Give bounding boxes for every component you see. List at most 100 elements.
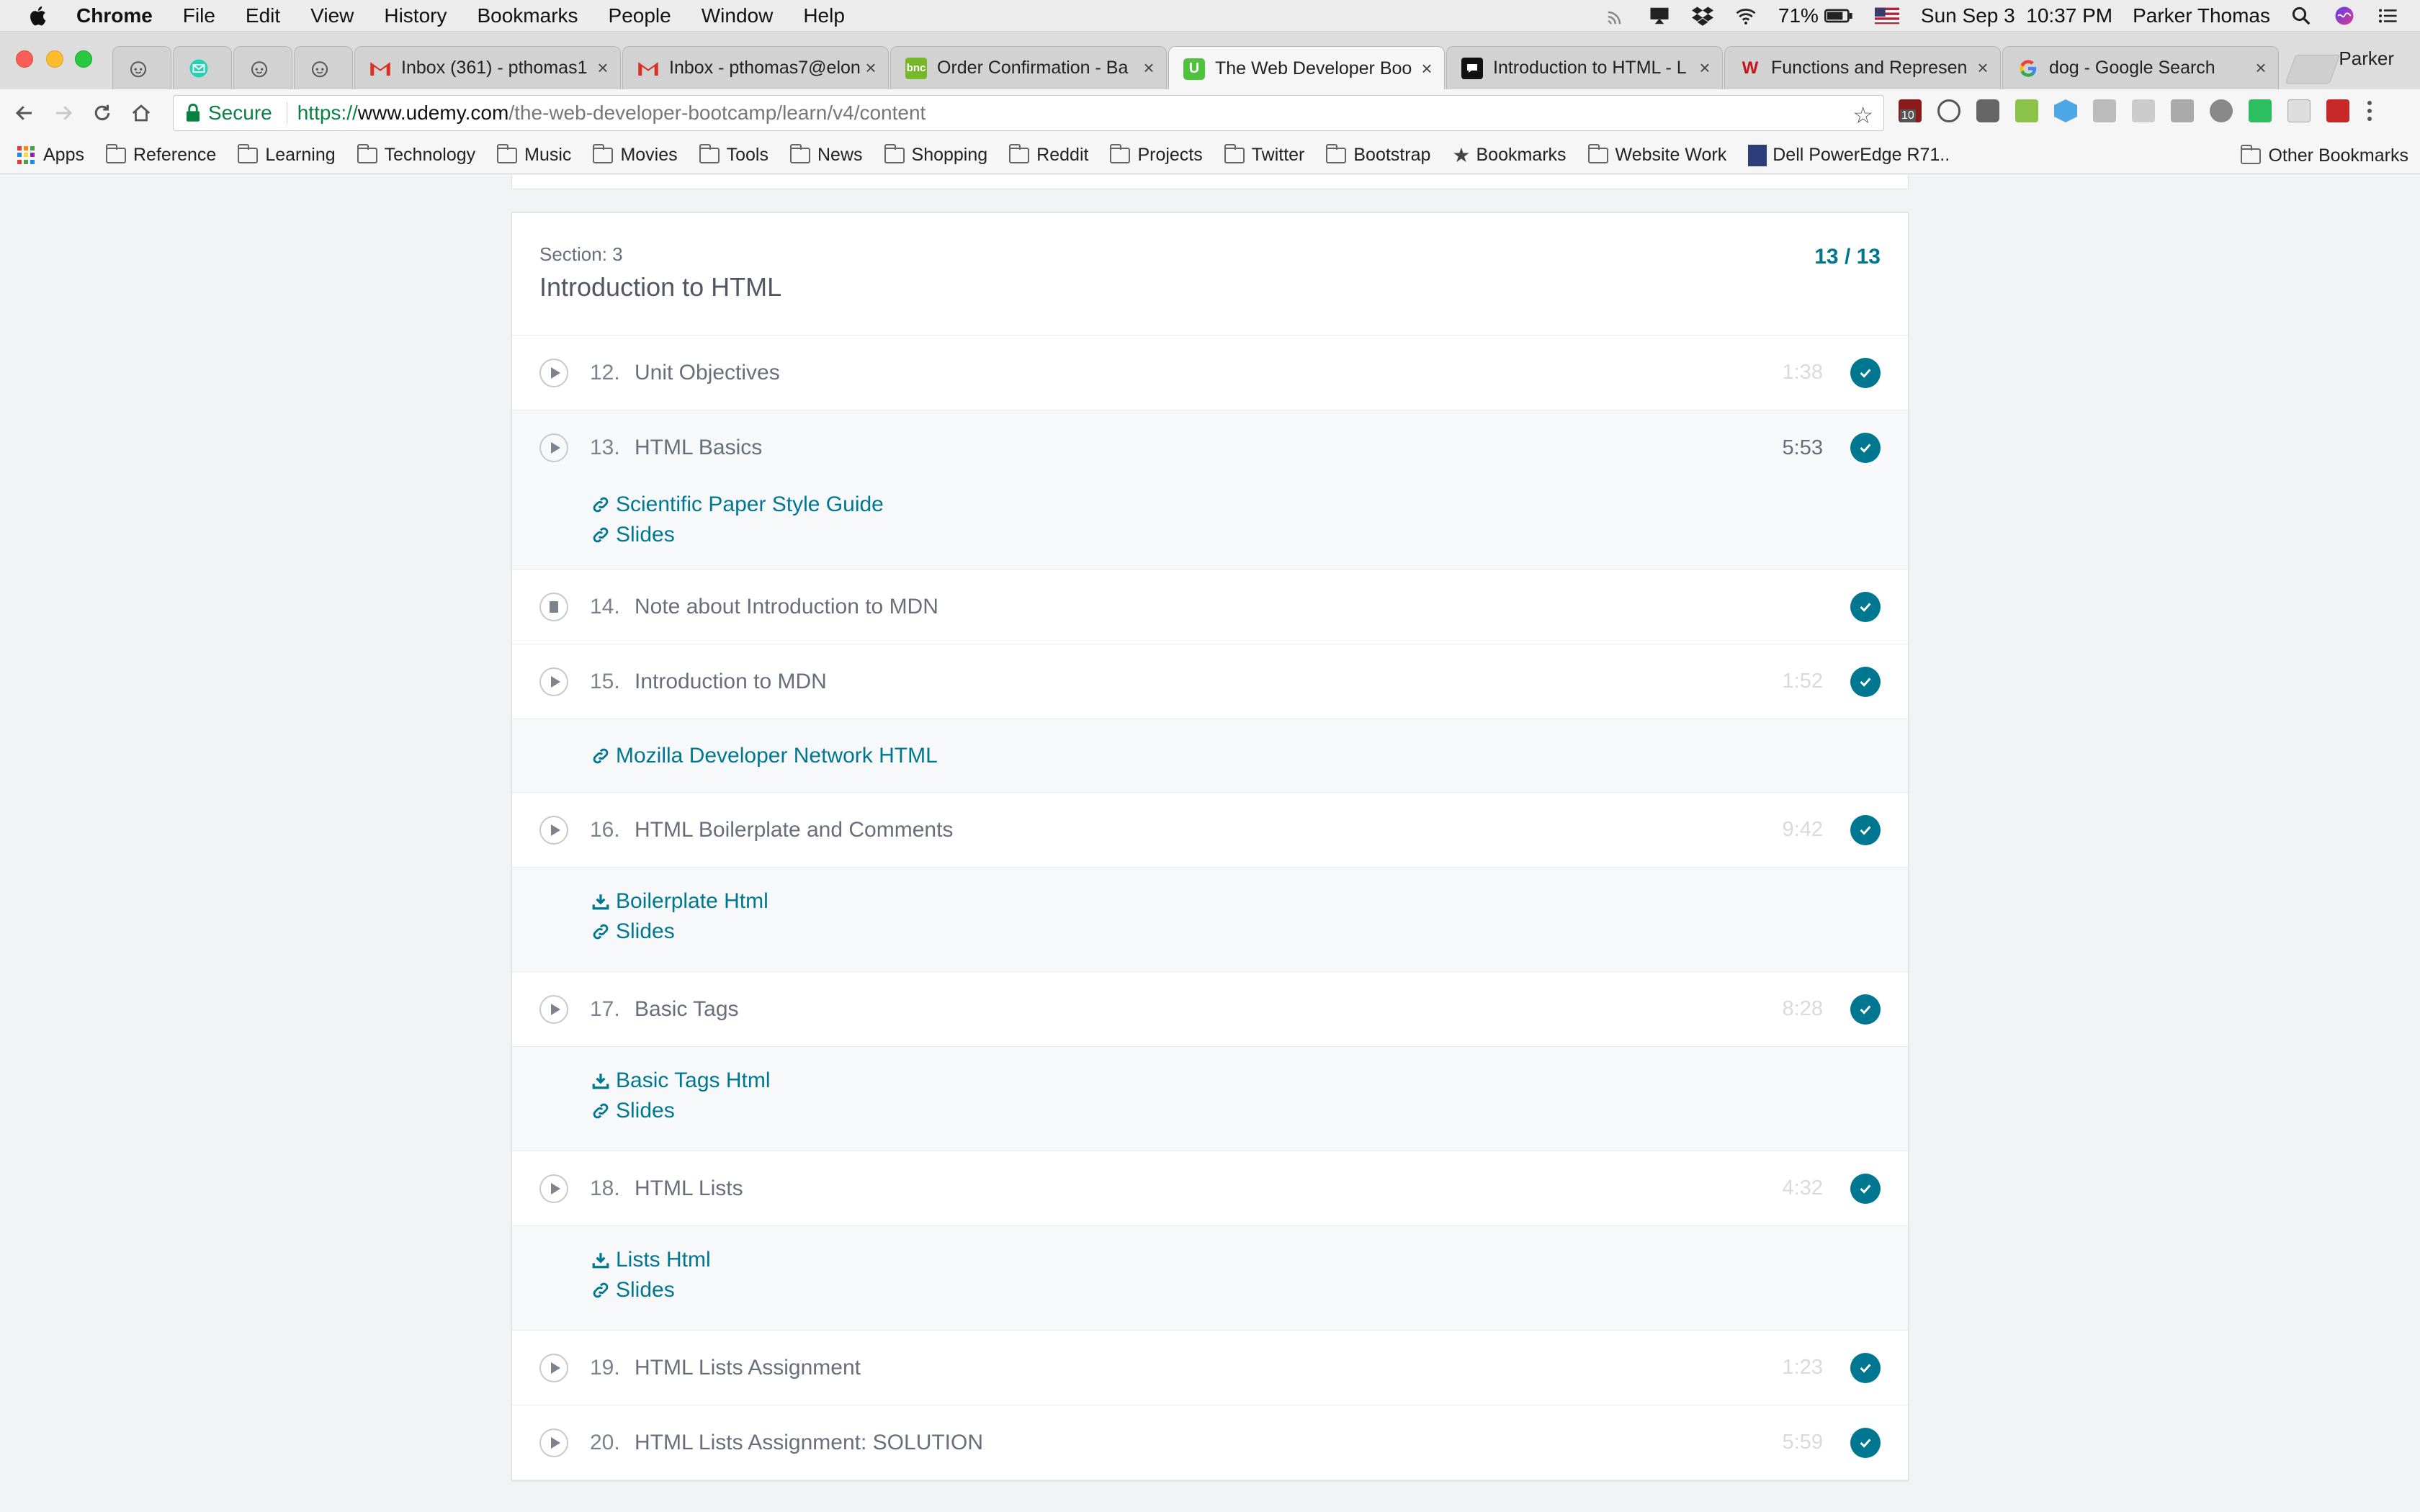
wifi-icon[interactable] (1735, 5, 1757, 27)
menu-help[interactable]: Help (803, 4, 845, 27)
resource-link[interactable]: Mozilla Developer Network HTML (590, 741, 938, 771)
menu-file[interactable]: File (183, 4, 215, 27)
bookmark-folder-tools[interactable]: Tools (699, 143, 768, 166)
lecture-row[interactable]: 20. HTML Lists Assignment: SOLUTION 5:59 (512, 1405, 1908, 1480)
bookmark-folder-website-work[interactable]: Website Work (1587, 143, 1726, 166)
bookmark-other[interactable]: Other Bookmarks (2241, 144, 2408, 166)
menu-view[interactable]: View (310, 4, 354, 27)
menu-edit[interactable]: Edit (246, 4, 280, 27)
forward-button[interactable] (49, 99, 78, 127)
menubar-user[interactable]: Parker Thomas (2133, 4, 2270, 27)
tab-close-icon[interactable]: × (1417, 58, 1437, 80)
resource-link[interactable]: Slides (590, 1275, 1908, 1305)
play-icon[interactable] (539, 1353, 568, 1382)
battery-icon[interactable] (1824, 5, 1853, 27)
resource-download[interactable]: Basic Tags Html (590, 1066, 1908, 1096)
play-icon[interactable] (539, 1428, 568, 1457)
spotlight-search-icon[interactable] (2290, 5, 2312, 27)
cast-icon[interactable] (1605, 5, 1627, 27)
lecture-row[interactable]: 12. Unit Objectives 1:38 (512, 336, 1908, 410)
completed-check-icon[interactable] (1850, 357, 1881, 388)
reload-button[interactable] (88, 99, 117, 127)
tab-gmail-inbox-1[interactable]: Inbox (361) - pthomas1 × (354, 46, 621, 89)
resource-link[interactable]: Slides (590, 1096, 1908, 1126)
completed-check-icon[interactable] (1850, 814, 1881, 845)
chrome-menu-icon[interactable] (2365, 99, 2374, 122)
bookmark-folder-news[interactable]: News (790, 143, 863, 166)
completed-check-icon[interactable] (1850, 1173, 1881, 1204)
tab-pinned-reddit-1[interactable] (112, 46, 171, 89)
play-icon[interactable] (539, 994, 568, 1024)
tab-google-search[interactable]: dog - Google Search × (2002, 46, 2279, 89)
bookmark-folder-technology[interactable]: Technology (357, 143, 475, 166)
clapper-extension-icon[interactable] (2171, 99, 2194, 122)
resource-download[interactable]: Lists Html (590, 1245, 1908, 1275)
calendar-extension-icon[interactable]: 10 (1899, 99, 1922, 122)
lecture-row[interactable]: 17. Basic Tags 8:28 (512, 972, 1908, 1047)
back-button[interactable] (10, 99, 39, 127)
window-zoom-button[interactable] (75, 50, 92, 68)
tab-intro-html[interactable]: Introduction to HTML - L × (1446, 46, 1723, 89)
tab-close-icon[interactable]: × (1973, 57, 1993, 79)
lightbulb-extension-icon[interactable] (1976, 99, 1999, 122)
play-icon[interactable] (539, 358, 568, 387)
notification-center-icon[interactable] (2377, 5, 2398, 27)
new-tab-button[interactable] (2285, 55, 2341, 84)
tab-pinned-mail[interactable] (173, 46, 232, 89)
bookmark-folder-reference[interactable]: Reference (105, 143, 216, 166)
gmail-extension-icon[interactable] (2326, 99, 2349, 122)
completed-check-icon[interactable] (1850, 1352, 1881, 1383)
tab-pinned-reddit-2[interactable] (233, 46, 292, 89)
menu-window[interactable]: Window (702, 4, 774, 27)
bookmark-apps[interactable]: Apps (17, 145, 84, 166)
menubar-clock[interactable]: Sun Sep 3 10:37 PM (1921, 4, 2112, 27)
play-icon[interactable] (539, 1174, 568, 1203)
tab-close-icon[interactable]: × (593, 57, 613, 79)
completed-check-icon[interactable] (1850, 666, 1881, 697)
lecture-row[interactable]: 15. Introduction to MDN 1:52 (512, 644, 1908, 719)
resource-link[interactable]: Slides (590, 917, 1908, 947)
home-button[interactable] (127, 99, 156, 127)
shield-extension-icon[interactable] (2093, 99, 2116, 122)
bookmark-star-icon[interactable]: ☆ (1852, 102, 1873, 129)
honey-extension-icon[interactable] (2015, 99, 2038, 122)
lecture-row[interactable]: 13. HTML Basics 5:53 (512, 410, 1908, 485)
section-header[interactable]: Section: 3 Introduction to HTML 13 / 13 (512, 213, 1908, 336)
hexagon-extension-icon[interactable] (2054, 99, 2077, 122)
bookmark-folder-reddit[interactable]: Reddit (1009, 143, 1088, 166)
settings-extension-icon[interactable] (2210, 99, 2233, 122)
completed-check-icon[interactable] (1850, 591, 1881, 622)
menu-app-name[interactable]: Chrome (76, 4, 153, 27)
tab-udemy-active[interactable]: U The Web Developer Boo × (1168, 46, 1445, 91)
onepassword-extension-icon[interactable] (1937, 99, 1960, 122)
chat-extension-icon[interactable] (2132, 99, 2155, 122)
profile-name[interactable]: Parker (2339, 48, 2394, 70)
tab-close-icon[interactable]: × (1695, 57, 1715, 79)
article-icon[interactable] (539, 592, 568, 621)
menu-bookmarks[interactable]: Bookmarks (477, 4, 578, 27)
tab-close-icon[interactable]: × (2251, 57, 2271, 79)
bookmark-folder-twitter[interactable]: Twitter (1224, 143, 1304, 166)
notes-extension-icon[interactable] (2287, 99, 2311, 122)
evernote-extension-icon[interactable] (2249, 99, 2272, 122)
bookmark-folder-bookmarks[interactable]: ★ Bookmarks (1452, 143, 1566, 167)
apple-menu-icon[interactable] (27, 4, 50, 27)
completed-check-icon[interactable] (1850, 994, 1881, 1025)
tab-gmail-inbox-2[interactable]: Inbox - pthomas7@elon × (622, 46, 889, 89)
address-bar[interactable]: Secure https:// www.udemy.com /the-web-d… (173, 95, 1884, 131)
bookmark-folder-shopping[interactable]: Shopping (884, 143, 987, 166)
resource-link[interactable]: Slides (590, 520, 1908, 550)
bookmark-folder-music[interactable]: Music (497, 143, 571, 166)
lecture-row[interactable]: 19. HTML Lists Assignment 1:23 (512, 1331, 1908, 1405)
play-icon[interactable] (539, 815, 568, 845)
tab-pinned-reddit-3[interactable] (294, 46, 353, 89)
bookmark-folder-projects[interactable]: Projects (1110, 143, 1203, 166)
window-minimize-button[interactable] (46, 50, 63, 68)
dropbox-icon[interactable] (1691, 5, 1713, 27)
us-flag-icon[interactable] (1874, 5, 1899, 27)
lecture-row[interactable]: 16. HTML Boilerplate and Comments 9:42 (512, 793, 1908, 868)
menu-history[interactable]: History (384, 4, 447, 27)
resource-download[interactable]: Boilerplate Html (590, 886, 1908, 917)
airplay-icon[interactable] (1649, 5, 1670, 27)
bookmark-folder-bootstrap[interactable]: Bootstrap (1326, 143, 1430, 166)
